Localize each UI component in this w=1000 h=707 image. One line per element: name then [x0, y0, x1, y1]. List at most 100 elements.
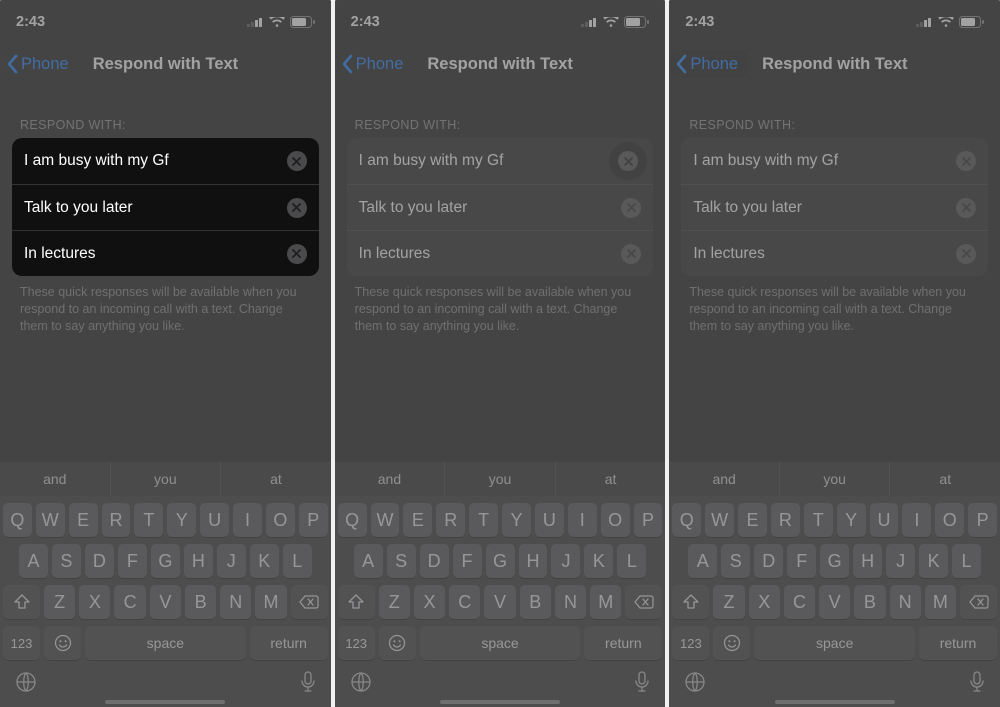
key-v[interactable]: V [484, 585, 515, 619]
clear-button[interactable] [621, 198, 641, 218]
response-row[interactable]: In lectures [347, 230, 654, 276]
key-i[interactable]: I [902, 503, 931, 537]
key-m[interactable]: M [255, 585, 286, 619]
key-z[interactable]: Z [44, 585, 75, 619]
key-t[interactable]: T [804, 503, 833, 537]
response-row[interactable]: I am busy with my Gf [347, 138, 654, 184]
keyboard-suggestions[interactable]: and you at [0, 462, 331, 496]
back-button[interactable]: Phone [335, 50, 414, 78]
dictate-button[interactable] [633, 670, 651, 699]
key-g[interactable]: G [820, 544, 849, 578]
key-space[interactable]: space [420, 626, 581, 660]
response-input[interactable]: Talk to you later [359, 199, 468, 217]
response-input[interactable]: I am busy with my Gf [359, 152, 504, 170]
key-h[interactable]: H [184, 544, 213, 578]
key-q[interactable]: Q [3, 503, 32, 537]
key-j[interactable]: J [886, 544, 915, 578]
key-y[interactable]: Y [502, 503, 531, 537]
key-return[interactable]: return [250, 626, 328, 660]
key-f[interactable]: F [787, 544, 816, 578]
key-j[interactable]: J [217, 544, 246, 578]
key-w[interactable]: W [371, 503, 400, 537]
home-indicator[interactable] [440, 700, 560, 705]
key-i[interactable]: I [233, 503, 262, 537]
key-y[interactable]: Y [167, 503, 196, 537]
clear-button[interactable] [287, 151, 307, 171]
key-h[interactable]: H [853, 544, 882, 578]
key-e[interactable]: E [69, 503, 98, 537]
key-c[interactable]: C [449, 585, 480, 619]
globe-button[interactable] [683, 670, 707, 699]
key-emoji[interactable] [379, 626, 416, 660]
clear-button[interactable] [956, 151, 976, 171]
key-g[interactable]: G [486, 544, 515, 578]
key-d[interactable]: D [85, 544, 114, 578]
key-w[interactable]: W [36, 503, 65, 537]
key-t[interactable]: T [134, 503, 163, 537]
key-h[interactable]: H [519, 544, 548, 578]
key-d[interactable]: D [420, 544, 449, 578]
key-shift[interactable] [672, 585, 709, 619]
key-d[interactable]: D [754, 544, 783, 578]
key-shift[interactable] [338, 585, 375, 619]
keyboard-suggestions[interactable]: and you at [335, 462, 666, 496]
key-b[interactable]: B [185, 585, 216, 619]
key-g[interactable]: G [151, 544, 180, 578]
keyboard[interactable]: and you at QWERTYUIOP ASDFGHJKL ZXCVBNM … [335, 462, 666, 707]
key-b[interactable]: B [854, 585, 885, 619]
globe-button[interactable] [349, 670, 373, 699]
key-k[interactable]: K [250, 544, 279, 578]
key-y[interactable]: Y [837, 503, 866, 537]
back-button[interactable]: Phone [669, 50, 748, 78]
key-space[interactable]: space [754, 626, 915, 660]
key-m[interactable]: M [925, 585, 956, 619]
key-z[interactable]: Z [713, 585, 744, 619]
key-l[interactable]: L [952, 544, 981, 578]
key-a[interactable]: A [688, 544, 717, 578]
key-s[interactable]: S [52, 544, 81, 578]
key-r[interactable]: R [771, 503, 800, 537]
key-p[interactable]: P [634, 503, 663, 537]
key-q[interactable]: Q [338, 503, 367, 537]
key-return[interactable]: return [919, 626, 997, 660]
key-delete[interactable] [625, 585, 662, 619]
key-n[interactable]: N [220, 585, 251, 619]
key-emoji[interactable] [713, 626, 750, 660]
clear-button[interactable] [287, 198, 307, 218]
suggestion[interactable]: you [111, 462, 222, 496]
key-c[interactable]: C [784, 585, 815, 619]
key-r[interactable]: R [102, 503, 131, 537]
key-delete[interactable] [960, 585, 997, 619]
dictate-button[interactable] [299, 670, 317, 699]
key-z[interactable]: Z [379, 585, 410, 619]
key-v[interactable]: V [150, 585, 181, 619]
key-s[interactable]: S [387, 544, 416, 578]
response-input[interactable]: I am busy with my Gf [24, 152, 169, 170]
key-u[interactable]: U [535, 503, 564, 537]
key-m[interactable]: M [590, 585, 621, 619]
response-row[interactable]: Talk to you later [347, 184, 654, 230]
clear-button[interactable] [609, 142, 647, 180]
response-input[interactable]: Talk to you later [693, 199, 802, 217]
clear-button[interactable] [287, 244, 307, 264]
keyboard[interactable]: and you at QWERTYUIOP ASDFGHJKL ZXCVBNM … [0, 462, 331, 707]
response-input[interactable]: In lectures [24, 245, 96, 263]
response-row[interactable]: In lectures [681, 230, 988, 276]
key-u[interactable]: U [200, 503, 229, 537]
keyboard[interactable]: and you at QWERTYUIOP ASDFGHJKL ZXCVBNM … [669, 462, 1000, 707]
key-q[interactable]: Q [672, 503, 701, 537]
globe-button[interactable] [14, 670, 38, 699]
response-row[interactable]: I am busy with my Gf [12, 138, 319, 184]
key-p[interactable]: P [299, 503, 328, 537]
key-b[interactable]: B [520, 585, 551, 619]
key-j[interactable]: J [551, 544, 580, 578]
key-i[interactable]: I [568, 503, 597, 537]
suggestion[interactable]: you [780, 462, 891, 496]
response-row[interactable]: I am busy with my Gf [681, 138, 988, 184]
suggestion[interactable]: and [669, 462, 780, 496]
key-123[interactable]: 123 [3, 626, 40, 660]
home-indicator[interactable] [775, 700, 895, 705]
response-row[interactable]: In lectures [12, 230, 319, 276]
response-input[interactable]: Talk to you later [24, 199, 133, 217]
suggestion[interactable]: and [0, 462, 111, 496]
